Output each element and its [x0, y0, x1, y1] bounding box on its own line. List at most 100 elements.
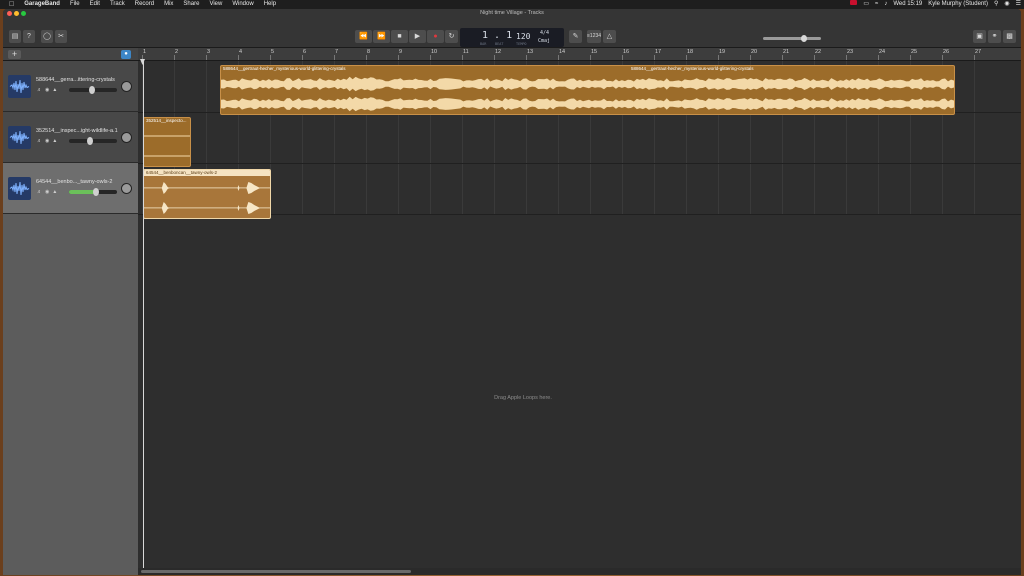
menu-share[interactable]: Share	[178, 0, 204, 9]
track-header[interactable]: 352514__inspec...ight-wildlife-a.1 ♬ ◉ ▲	[3, 112, 138, 163]
tuner-button[interactable]: ✎	[569, 30, 582, 43]
library-button[interactable]: ▤	[9, 30, 21, 43]
pan-knob[interactable]	[121, 183, 132, 194]
ruler-tick	[718, 55, 719, 60]
record-button[interactable]: ●	[427, 30, 444, 43]
notifications-icon[interactable]: ☰	[1013, 0, 1024, 9]
smart-tempo-button[interactable]: ●	[121, 50, 131, 59]
ruler-bar-number: 5	[271, 49, 275, 55]
audio-region-wildlife[interactable]: 352514__inspecto...	[143, 117, 191, 167]
metronome-icon: △	[606, 33, 613, 40]
ruler-tick	[494, 55, 495, 60]
record-enable-icon[interactable]: ▲	[52, 87, 57, 93]
headphones-icon[interactable]: ◉	[45, 189, 49, 195]
master-volume-slider[interactable]	[763, 35, 821, 42]
smart-controls-button[interactable]: ◯	[41, 30, 53, 43]
menu-view[interactable]: View	[204, 0, 227, 9]
track-volume-slider[interactable]	[69, 86, 117, 94]
menu-record[interactable]: Record	[130, 0, 159, 9]
ruler-bar-number: 26	[943, 49, 950, 55]
lcd-signature[interactable]: 4/4	[540, 30, 549, 36]
lcd-key[interactable]: Cmaj	[538, 38, 550, 44]
ruler-bar-number: 20	[751, 49, 758, 55]
flag-icon[interactable]	[847, 0, 860, 9]
play-button[interactable]: ▶	[409, 30, 426, 43]
volume-knob[interactable]	[93, 188, 99, 196]
menu-window[interactable]: Window	[227, 0, 258, 9]
siri-icon[interactable]: ◉	[1001, 0, 1012, 9]
menu-file[interactable]: File	[65, 0, 85, 9]
waveform	[144, 182, 270, 214]
close-window-button[interactable]	[7, 11, 12, 16]
mute-icon[interactable]: ♬	[37, 87, 42, 93]
help-button[interactable]: ?	[23, 30, 35, 43]
track-volume-slider[interactable]	[69, 188, 117, 196]
menu-help[interactable]: Help	[259, 0, 281, 9]
stop-icon: ■	[397, 33, 402, 40]
track-header[interactable]: 64544__benbo..._tawny-owls-2 ♬ ◉ ▲	[3, 163, 138, 214]
smart-tempo-icon: ●	[124, 51, 128, 57]
cycle-button[interactable]: ↻	[445, 30, 458, 43]
media-browser-button[interactable]: ▩	[1003, 30, 1016, 43]
track-volume-slider[interactable]	[69, 137, 117, 145]
ruler-bar-number: 16	[623, 49, 630, 55]
screen-icon[interactable]: ▭	[860, 0, 872, 9]
mute-icon[interactable]: ♬	[37, 189, 42, 195]
lcd-tempo[interactable]: 120	[516, 32, 530, 41]
notepad-button[interactable]: ▣	[973, 30, 986, 43]
loop-browser-button[interactable]: ⚭	[988, 30, 1001, 43]
menu-bar:  GarageBand File Edit Track Record Mix …	[0, 0, 1024, 9]
record-enable-icon[interactable]: ▲	[52, 189, 57, 195]
menu-track[interactable]: Track	[105, 0, 130, 9]
mute-icon[interactable]: ♬	[37, 138, 42, 144]
volume-knob[interactable]	[87, 137, 93, 145]
horizontal-scrollbar[interactable]	[138, 568, 1021, 575]
ruler-bar-number: 8	[367, 49, 371, 55]
ruler-bar-number: 9	[399, 49, 403, 55]
ruler-tick	[462, 55, 463, 60]
minimize-window-button[interactable]	[14, 11, 19, 16]
wifi-icon[interactable]: ≈	[872, 0, 881, 9]
lcd-display[interactable]: 1 . 1 BAR BEAT 120 TEMPO 4/4 Cmaj	[460, 28, 564, 47]
playhead[interactable]	[143, 61, 144, 575]
lcd-tempo-label: TEMPO	[516, 42, 527, 46]
headphones-icon[interactable]: ◉	[45, 138, 49, 144]
menu-app-name[interactable]: GarageBand	[19, 0, 65, 9]
timeline-ruler[interactable]: 1 2 3 4 5 6 7 8 9 10 11 12 13 14 15 16 17 18 19 20 21 22 23 24 2…	[138, 48, 1021, 61]
stop-button[interactable]: ■	[391, 30, 408, 43]
ruler-tick	[654, 55, 655, 60]
pan-knob[interactable]	[121, 132, 132, 143]
headphones-icon[interactable]: ◉	[45, 87, 49, 93]
tracks-workspace[interactable]: 588644__gertraut-hecher_mysterious-world…	[138, 61, 1021, 575]
search-icon[interactable]: ⚲	[991, 0, 1001, 9]
audio-region-crystals[interactable]: 588644__gertraut-hecher_mysterious-world…	[220, 65, 955, 115]
volume-knob[interactable]	[89, 86, 95, 94]
rewind-button[interactable]: ⏪	[355, 30, 372, 43]
audio-region-owls[interactable]: 64544__benboncan__tawny-owls-2	[143, 169, 271, 219]
ruler-bar-number: 10	[431, 49, 438, 55]
track-name[interactable]: 352514__inspec...ight-wildlife-a.1	[36, 128, 121, 134]
scrollbar-thumb[interactable]	[141, 570, 411, 573]
tuner-icon: ✎	[572, 33, 579, 40]
menu-mix[interactable]: Mix	[159, 0, 178, 9]
menu-edit[interactable]: Edit	[85, 0, 105, 9]
zoom-window-button[interactable]	[21, 11, 26, 16]
clock[interactable]: Wed 15:19	[890, 0, 925, 9]
user-name[interactable]: Kyle Murphy (Student)	[925, 0, 991, 9]
ruler-bar-number: 22	[815, 49, 822, 55]
pan-knob[interactable]	[121, 81, 132, 92]
metronome-button[interactable]: △	[603, 30, 616, 43]
master-volume-knob[interactable]	[801, 35, 807, 42]
apple-menu-icon[interactable]: 	[0, 0, 19, 9]
add-track-button[interactable]: +	[8, 50, 21, 59]
track-header[interactable]: 588644__gerra...ittering-crystals ♬ ◉ ▲	[3, 61, 138, 112]
fast-forward-button[interactable]: ⏩	[373, 30, 390, 43]
cycle-icon: ↻	[448, 33, 455, 40]
record-enable-icon[interactable]: ▲	[52, 138, 57, 144]
ruler-bar-number: 4	[239, 49, 243, 55]
track-name[interactable]: 588644__gerra...ittering-crystals	[36, 77, 121, 83]
volume-icon[interactable]: ♪	[881, 0, 890, 9]
track-name[interactable]: 64544__benbo..._tawny-owls-2	[36, 179, 121, 185]
count-in-button[interactable]: ≡1234	[587, 30, 601, 43]
editors-button[interactable]: ✂	[55, 30, 67, 43]
